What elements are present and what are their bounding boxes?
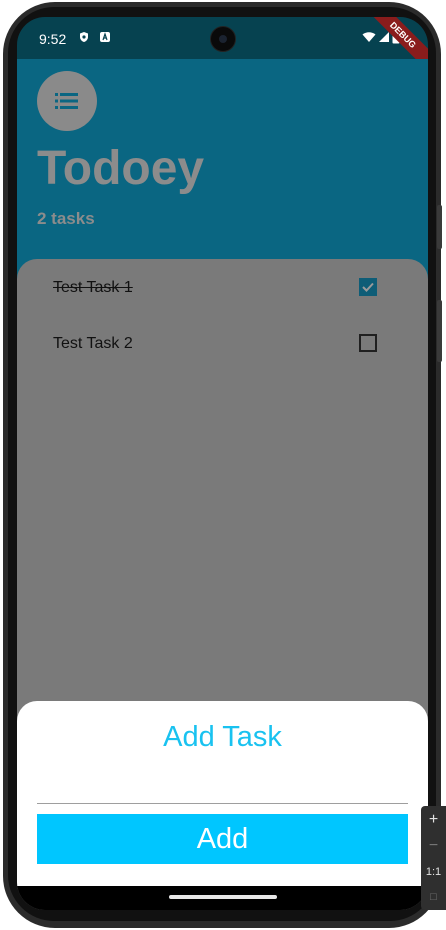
app-screen: 9:52 DEBUG Todoey 2 tasks Test Task 1 Te… <box>17 17 428 910</box>
fit-screen-button[interactable]: □ <box>421 886 446 908</box>
task-count: 2 tasks <box>37 209 95 228</box>
device-frame: 9:52 DEBUG Todoey 2 tasks Test Task 1 Te… <box>0 0 446 930</box>
add-button[interactable]: Add <box>37 814 408 864</box>
actual-size-button[interactable]: 1:1 <box>421 861 446 883</box>
task-label: Test Task 2 <box>53 335 133 352</box>
list-item[interactable]: Test Task 1 <box>53 273 383 303</box>
add-task-sheet: Add Task Add <box>17 701 428 886</box>
shield-icon <box>78 31 90 43</box>
status-time: 9:52 <box>39 31 67 47</box>
sheet-title: Add Task <box>163 721 282 753</box>
list-icon <box>55 93 78 109</box>
home-indicator[interactable] <box>169 895 277 899</box>
front-camera <box>210 26 236 52</box>
status-bar: 9:52 DEBUG <box>17 17 428 80</box>
task-checkbox[interactable] <box>359 334 377 352</box>
a-badge-icon <box>99 31 111 43</box>
volume-button <box>437 205 442 249</box>
task-label: Test Task 1 <box>53 279 133 296</box>
zoom-in-button[interactable]: + <box>421 809 446 831</box>
check-icon <box>362 282 374 292</box>
task-input[interactable] <box>37 773 408 804</box>
task-checkbox[interactable] <box>359 278 377 296</box>
signal-icon <box>378 31 390 43</box>
navigation-bar <box>17 886 428 910</box>
power-button <box>437 300 442 362</box>
wifi-icon <box>362 31 376 43</box>
list-item[interactable]: Test Task 2 <box>53 329 383 359</box>
emulator-toolbar: + − 1:1 □ <box>421 806 446 910</box>
app-header: Todoey 2 tasks <box>17 59 428 289</box>
app-title: Todoey <box>37 142 205 195</box>
menu-button[interactable] <box>37 71 97 131</box>
zoom-out-button[interactable]: − <box>421 835 446 857</box>
